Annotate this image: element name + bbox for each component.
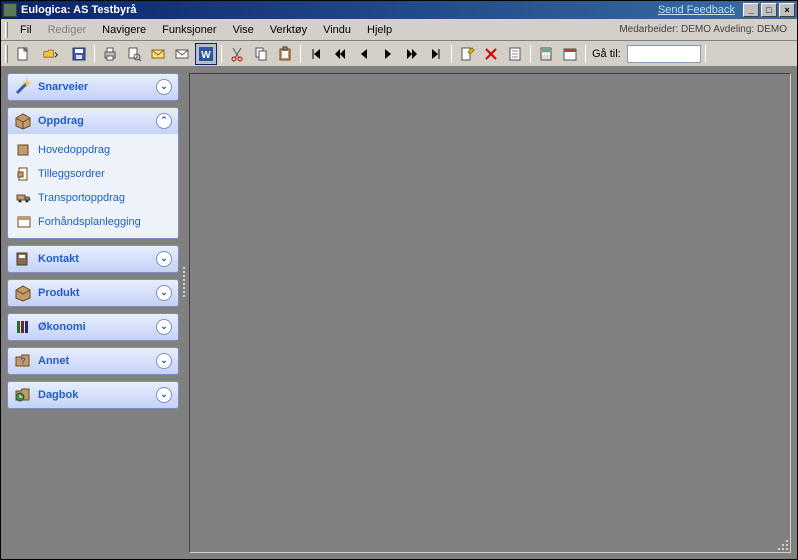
resize-grip-icon[interactable] [776, 538, 788, 550]
nav-group-annet: ? Annet ⌄ [7, 347, 179, 375]
save-icon[interactable] [68, 43, 90, 65]
nav-item-label: Tilleggsordrer [38, 168, 105, 180]
form-icon[interactable] [504, 43, 526, 65]
mail-send-icon[interactable] [147, 43, 169, 65]
nav-label: Kontakt [38, 253, 156, 265]
box-icon [14, 112, 32, 130]
calendar-icon[interactable] [559, 43, 581, 65]
svg-text:?: ? [20, 356, 26, 366]
nav-group-snarveier: Snarveier ⌄ [7, 73, 179, 101]
edit-icon[interactable] [456, 43, 478, 65]
chevron-down-icon: ⌄ [156, 387, 172, 403]
goto-label: Gå til: [590, 48, 625, 60]
menubar: Fil Rediger Navigere Funksjoner Vise Ver… [1, 19, 797, 41]
maximize-button[interactable]: □ [761, 3, 777, 17]
app-icon [3, 3, 17, 17]
nav-label: Snarveier [38, 81, 156, 93]
menubar-grip[interactable] [5, 22, 8, 38]
menu-fil[interactable]: Fil [12, 22, 40, 38]
nav-group-okonomi: Økonomi ⌄ [7, 313, 179, 341]
status-text: Medarbeider: DEMO Avdeling: DEMO [619, 24, 793, 35]
prev-icon[interactable] [353, 43, 375, 65]
nav-header-snarveier[interactable]: Snarveier ⌄ [8, 74, 178, 100]
chevron-down-icon: ⌄ [156, 251, 172, 267]
first-icon[interactable] [305, 43, 327, 65]
nav-item-hovedoppdrag[interactable]: Hovedoppdrag [8, 138, 178, 162]
nav-label: Annet [38, 355, 156, 367]
nav-label: Dagbok [38, 389, 156, 401]
books-icon [14, 318, 32, 336]
nav-item-transportoppdrag[interactable]: Transportoppdrag [8, 186, 178, 210]
task-icon [16, 142, 32, 158]
nav-item-label: Hovedoppdrag [38, 144, 110, 156]
window-title: Eulogica: AS Testbyrå [21, 4, 137, 16]
content-area [189, 73, 791, 553]
nav-header-dagbok[interactable]: Dagbok ⌄ [8, 382, 178, 408]
chevron-down-icon: ⌄ [156, 353, 172, 369]
last-icon[interactable] [425, 43, 447, 65]
nav-group-oppdrag: Oppdrag ⌃ Hovedoppdrag Tilleggsordrer Tr… [7, 107, 179, 239]
new-icon[interactable] [12, 43, 34, 65]
titlebar: Eulogica: AS Testbyrå Send Feedback _ □ … [1, 1, 797, 19]
nav-item-label: Forhåndsplanlegging [38, 216, 141, 228]
nav-group-dagbok: Dagbok ⌄ [7, 381, 179, 409]
mail-icon[interactable] [171, 43, 193, 65]
toolbar-grip[interactable] [5, 45, 8, 63]
plan-icon [16, 214, 32, 230]
nav-header-annet[interactable]: ? Annet ⌄ [8, 348, 178, 374]
delete-icon[interactable] [480, 43, 502, 65]
package-icon [14, 284, 32, 302]
splitter[interactable] [181, 67, 187, 559]
order-icon [16, 166, 32, 182]
chevron-up-icon: ⌃ [156, 113, 172, 129]
workspace: Snarveier ⌄ Oppdrag ⌃ Hovedoppdrag Tille… [1, 67, 797, 559]
nav-label: Produkt [38, 287, 156, 299]
contacts-icon [14, 250, 32, 268]
nav-item-tilleggsordrer[interactable]: Tilleggsordrer [8, 162, 178, 186]
nav-item-forhandsplanlegging[interactable]: Forhåndsplanlegging [8, 210, 178, 234]
cut-icon[interactable] [226, 43, 248, 65]
paste-icon[interactable] [274, 43, 296, 65]
send-feedback-link[interactable]: Send Feedback [658, 4, 735, 16]
menu-vise[interactable]: Vise [225, 22, 262, 38]
folder-clock-icon [14, 386, 32, 404]
chevron-down-icon: ⌄ [156, 319, 172, 335]
menu-verktoy[interactable]: Verktøy [262, 22, 315, 38]
menu-hjelp[interactable]: Hjelp [359, 22, 400, 38]
menu-navigere[interactable]: Navigere [94, 22, 154, 38]
copy-icon[interactable] [250, 43, 272, 65]
menu-funksjoner[interactable]: Funksjoner [154, 22, 224, 38]
menu-vindu[interactable]: Vindu [315, 22, 359, 38]
nav-header-kontakt[interactable]: Kontakt ⌄ [8, 246, 178, 272]
wand-icon [14, 78, 32, 96]
nav-group-produkt: Produkt ⌄ [7, 279, 179, 307]
next-page-icon[interactable] [401, 43, 423, 65]
close-button[interactable]: × [779, 3, 795, 17]
nav-items-oppdrag: Hovedoppdrag Tilleggsordrer Transportopp… [8, 134, 178, 238]
print-icon[interactable] [99, 43, 121, 65]
next-icon[interactable] [377, 43, 399, 65]
open-icon[interactable] [36, 43, 66, 65]
prev-page-icon[interactable] [329, 43, 351, 65]
nav-group-kontakt: Kontakt ⌄ [7, 245, 179, 273]
chevron-down-icon: ⌄ [156, 285, 172, 301]
nav-label: Oppdrag [38, 115, 156, 127]
chevron-down-icon: ⌄ [156, 79, 172, 95]
folder-question-icon: ? [14, 352, 32, 370]
truck-icon [16, 190, 32, 206]
minimize-button[interactable]: _ [743, 3, 759, 17]
sidebar: Snarveier ⌄ Oppdrag ⌃ Hovedoppdrag Tille… [1, 67, 181, 559]
nav-header-oppdrag[interactable]: Oppdrag ⌃ [8, 108, 178, 134]
nav-label: Økonomi [38, 321, 156, 333]
nav-header-produkt[interactable]: Produkt ⌄ [8, 280, 178, 306]
toolbar: W Gå til: [1, 41, 797, 67]
word-icon[interactable]: W [195, 43, 217, 65]
goto-input[interactable] [627, 45, 701, 63]
calculator-icon[interactable] [535, 43, 557, 65]
menu-rediger[interactable]: Rediger [40, 22, 95, 38]
svg-text:W: W [201, 50, 211, 61]
print-preview-icon[interactable] [123, 43, 145, 65]
nav-header-okonomi[interactable]: Økonomi ⌄ [8, 314, 178, 340]
nav-item-label: Transportoppdrag [38, 192, 125, 204]
